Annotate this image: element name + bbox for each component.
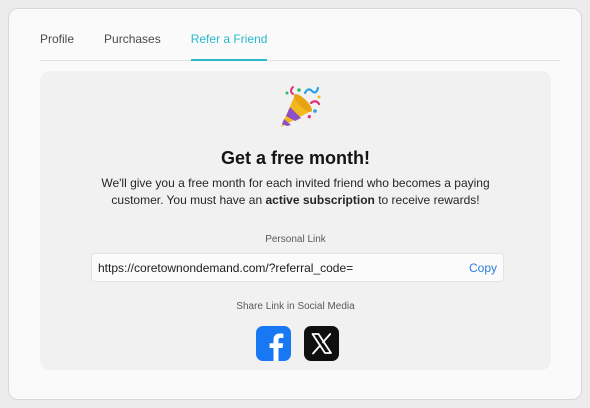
x-share-button[interactable]: [304, 326, 339, 361]
personal-link-label: Personal Link: [265, 234, 326, 245]
copy-button[interactable]: Copy: [469, 261, 497, 275]
party-popper-icon: [275, 83, 323, 131]
tab-refer-a-friend[interactable]: Refer a Friend: [190, 32, 267, 61]
tab-profile[interactable]: Profile: [40, 32, 74, 60]
facebook-share-button[interactable]: [256, 326, 291, 361]
description-text-end: to receive rewards!: [374, 193, 480, 207]
referral-card: Profile Purchases Refer a Friend Get a f…: [8, 8, 582, 400]
personal-link-value[interactable]: https://coretownondemand.com/?referral_c…: [98, 261, 353, 275]
referral-title: Get a free month!: [220, 148, 371, 168]
x-twitter-icon: [311, 333, 332, 355]
tab-purchases[interactable]: Purchases: [104, 32, 161, 60]
description-bold-text: active subscription: [265, 193, 375, 207]
share-social-label: Share Link in Social Media: [236, 301, 355, 312]
referral-description: We'll give you a free month for each inv…: [80, 175, 511, 209]
facebook-icon: [269, 333, 284, 361]
personal-link-field[interactable]: https://coretownondemand.com/?referral_c…: [91, 253, 504, 282]
tab-bar: Profile Purchases Refer a Friend: [40, 9, 560, 61]
referral-panel: Get a free month! We'll give you a free …: [40, 71, 551, 370]
